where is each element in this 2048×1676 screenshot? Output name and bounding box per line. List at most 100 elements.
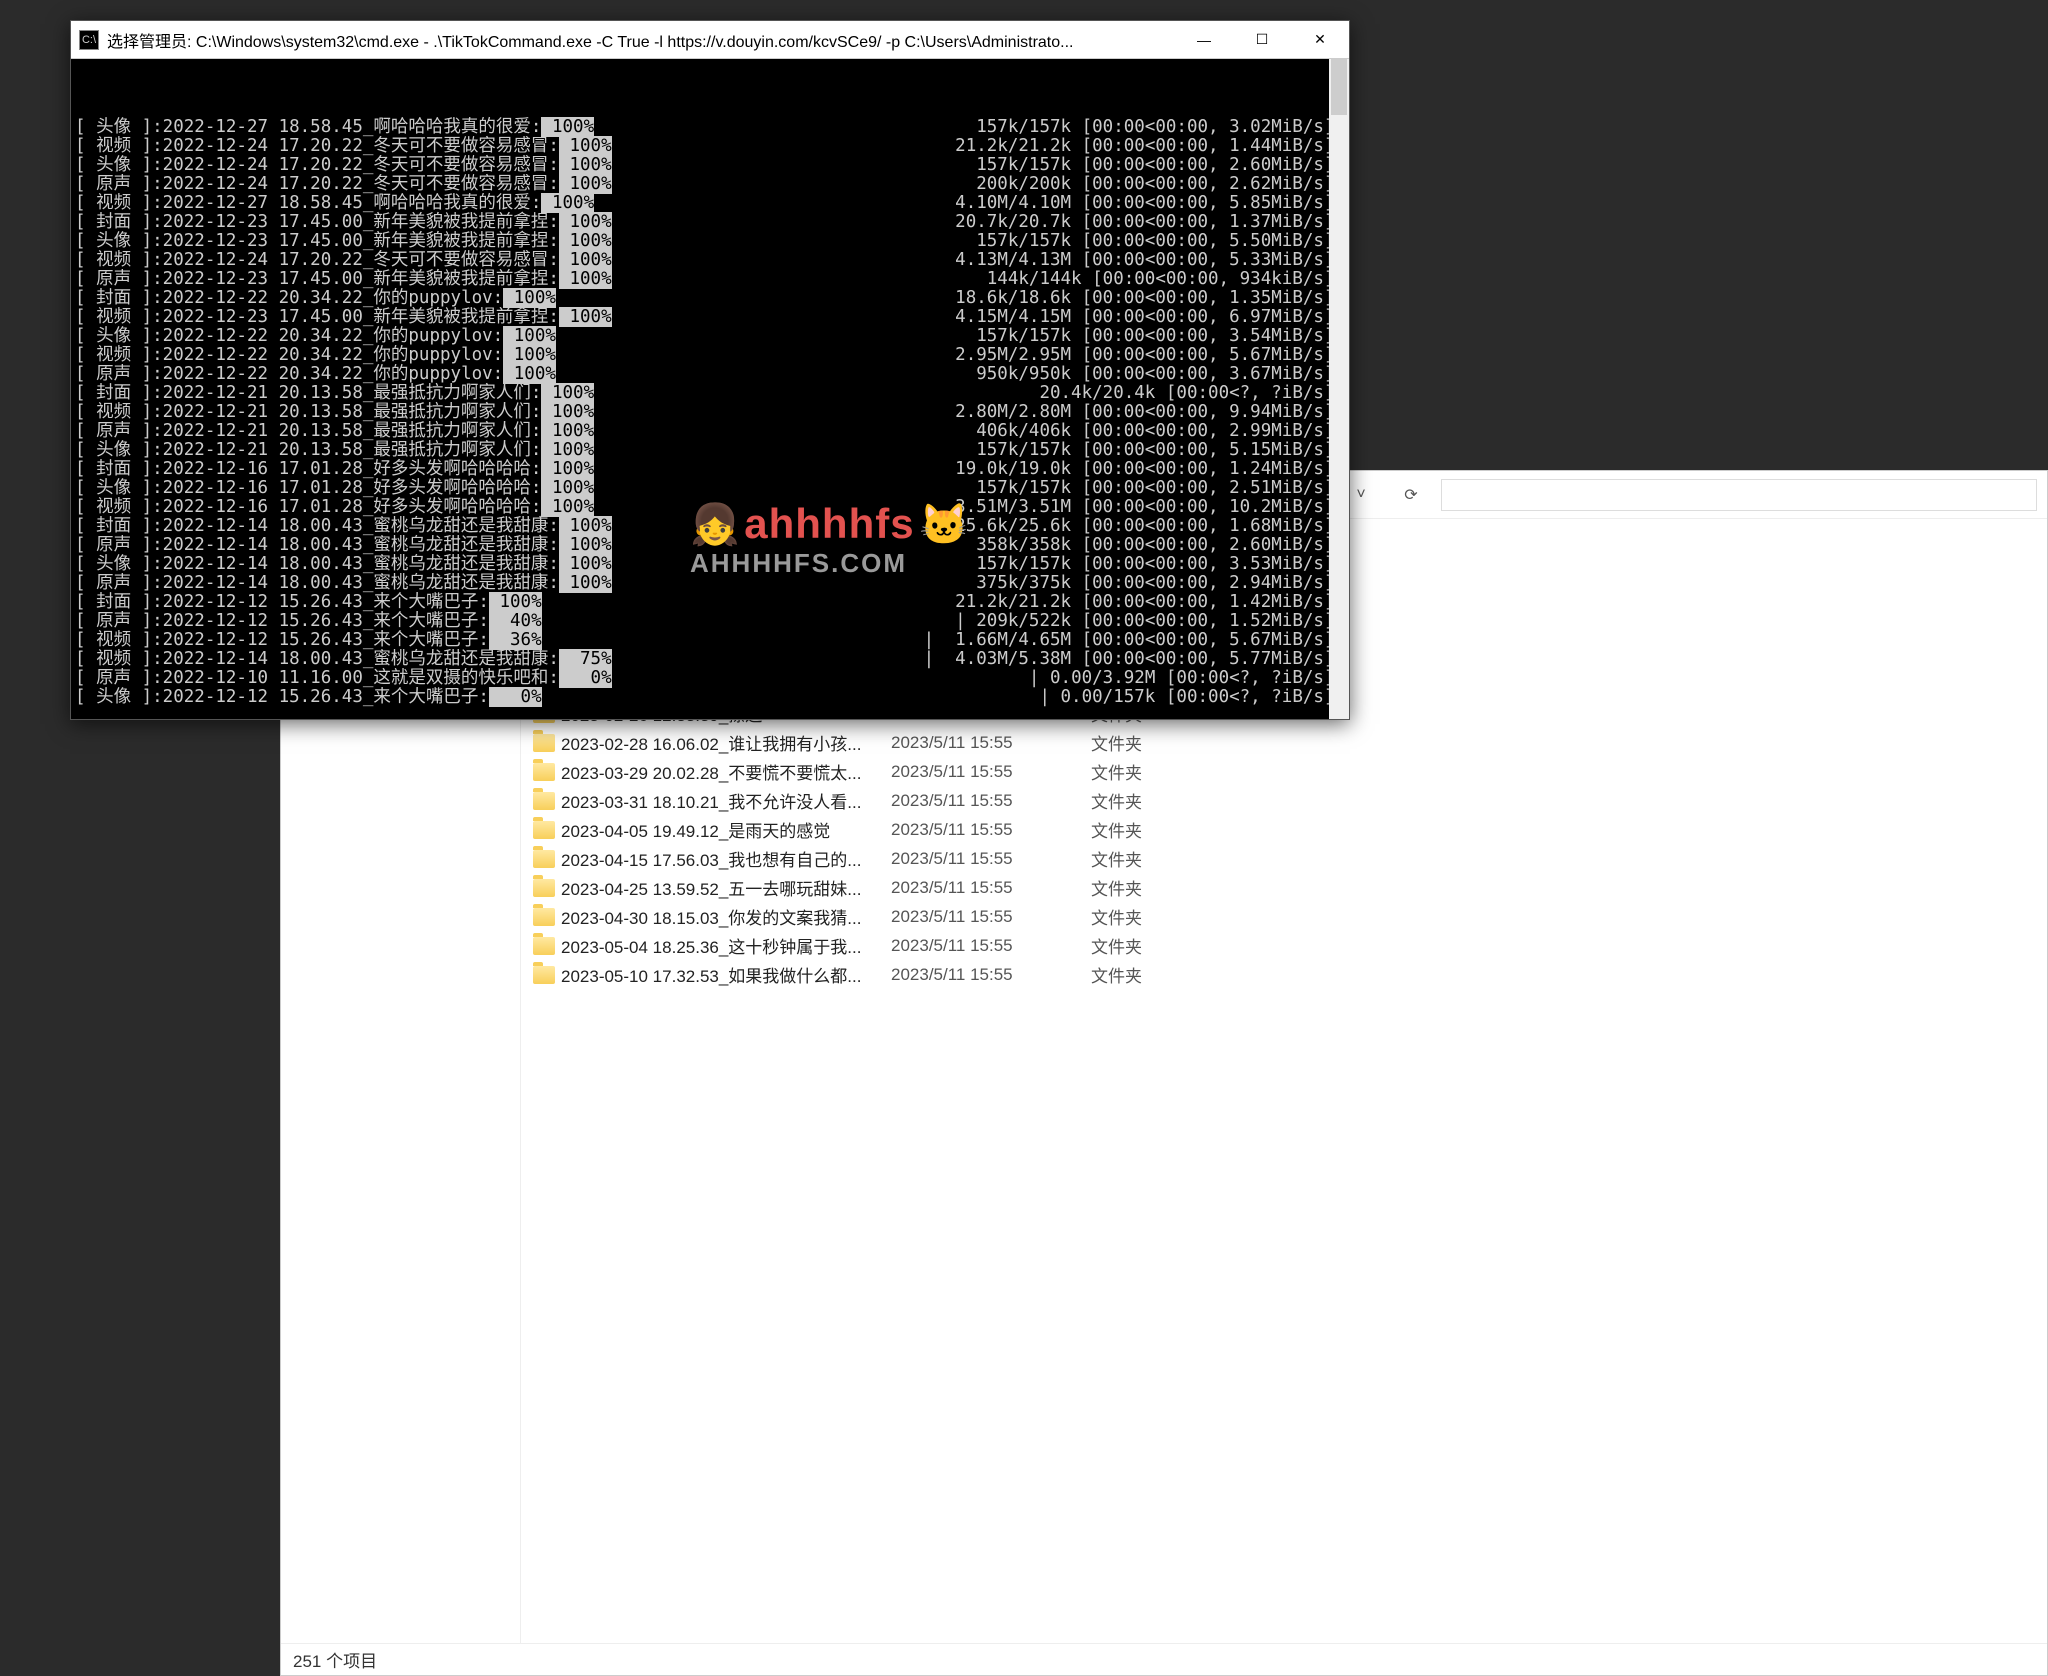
- cmd-line: [ 原声 ]:2022-12-24 17.20.22_冬天可不要做容易感冒: 1…: [75, 175, 1345, 194]
- folder-icon: [521, 734, 561, 752]
- folder-row[interactable]: 2023-05-10 17.32.53_如果我做什么都...2023/5/11 …: [521, 960, 2047, 989]
- folder-name: 2023-04-05 19.49.12_是雨天的感觉: [561, 817, 891, 842]
- cmd-line-right: 157k/157k [00:00<00:00, 3.02MiB/s]: [976, 118, 1345, 137]
- cmd-line: [ 视频 ]:2022-12-16 17.01.28_好多头发啊哈哈哈哈: 10…: [75, 498, 1345, 517]
- cmd-line-left: [ 封面 ]:2022-12-14 18.00.43_蜜桃乌龙甜还是我甜康: 1…: [75, 517, 612, 536]
- folder-row[interactable]: 2023-05-04 18.25.36_这十秒钟属于我...2023/5/11 …: [521, 931, 2047, 960]
- cmd-line-right: | 209k/522k [00:00<00:00, 1.52MiB/s]: [955, 612, 1345, 631]
- folder-name: 2023-03-31 18.10.21_我不允许没人看...: [561, 788, 891, 813]
- cmd-scroll-thumb[interactable]: [1331, 59, 1347, 115]
- cmd-line-right: 157k/157k [00:00<00:00, 3.54MiB/s]: [976, 327, 1345, 346]
- folder-type: 文件夹: [1091, 788, 1211, 813]
- folder-date: 2023/5/11 15:55: [891, 907, 1091, 927]
- folder-name: 2023-04-15 17.56.03_我也想有自己的...: [561, 846, 891, 871]
- folder-type: 文件夹: [1091, 904, 1211, 929]
- maximize-button[interactable]: ☐: [1233, 21, 1291, 59]
- cmd-line-left: [ 原声 ]:2022-12-12 15.26.43_来个大嘴巴子: 40%: [75, 612, 542, 631]
- folder-name: 2023-03-29 20.02.28_不要慌不要慌太...: [561, 759, 891, 784]
- cmd-line: [ 封面 ]:2022-12-21 20.13.58_最强抵抗力啊家人们: 10…: [75, 384, 1345, 403]
- folder-icon: [521, 966, 561, 984]
- folder-icon: [521, 792, 561, 810]
- folder-type: 文件夹: [1091, 962, 1211, 987]
- folder-row[interactable]: 2023-03-31 18.10.21_我不允许没人看...2023/5/11 …: [521, 786, 2047, 815]
- cmd-line-right: 3.51M/3.51M [00:00<00:00, 10.2MiB/s]: [955, 498, 1345, 517]
- cmd-line: [ 原声 ]:2022-12-14 18.00.43_蜜桃乌龙甜还是我甜康: 1…: [75, 574, 1345, 593]
- cmd-line-left: [ 封面 ]:2022-12-12 15.26.43_来个大嘴巴子: 100%: [75, 593, 542, 612]
- folder-date: 2023/5/11 15:55: [891, 849, 1091, 869]
- cmd-line-left: [ 视频 ]:2022-12-22 20.34.22_你的puppylov: 1…: [75, 346, 556, 365]
- folder-date: 2023/5/11 15:55: [891, 762, 1091, 782]
- cmd-line-left: [ 原声 ]:2022-12-10 11.16.00_这就是双摄的快乐吧和: 0…: [75, 669, 612, 688]
- minimize-button[interactable]: —: [1175, 21, 1233, 59]
- cmd-line-left: [ 原声 ]:2022-12-22 20.34.22_你的puppylov: 1…: [75, 365, 556, 384]
- cmd-line: [ 视频 ]:2022-12-24 17.20.22_冬天可不要做容易感冒: 1…: [75, 137, 1345, 156]
- cmd-line-left: [ 封面 ]:2022-12-22 20.34.22_你的puppylov: 1…: [75, 289, 556, 308]
- cmd-icon: C:\: [79, 30, 99, 50]
- cmd-output[interactable]: [ 头像 ]:2022-12-27 18.58.45_啊哈哈哈我真的很爱: 10…: [71, 59, 1349, 719]
- cmd-line: [ 头像 ]:2022-12-27 18.58.45_啊哈哈哈我真的很爱: 10…: [75, 118, 1345, 137]
- cmd-line-right: 4.10M/4.10M [00:00<00:00, 5.85MiB/s]: [955, 194, 1345, 213]
- cmd-line-right: 157k/157k [00:00<00:00, 5.15MiB/s]: [976, 441, 1345, 460]
- folder-date: 2023/5/11 15:55: [891, 820, 1091, 840]
- cmd-line-right: 19.0k/19.0k [00:00<00:00, 1.24MiB/s]: [955, 460, 1345, 479]
- folder-date: 2023/5/11 15:55: [891, 791, 1091, 811]
- folder-name: 2023-05-04 18.25.36_这十秒钟属于我...: [561, 933, 891, 958]
- folder-date: 2023/5/11 15:55: [891, 936, 1091, 956]
- cmd-line-left: [ 原声 ]:2022-12-14 18.00.43_蜜桃乌龙甜还是我甜康: 1…: [75, 536, 612, 555]
- cmd-titlebar[interactable]: C:\ 选择管理员: C:\Windows\system32\cmd.exe -…: [71, 21, 1349, 59]
- cmd-line-left: [ 头像 ]:2022-12-27 18.58.45_啊哈哈哈我真的很爱: 10…: [75, 118, 594, 137]
- cmd-line-right: 200k/200k [00:00<00:00, 2.62MiB/s]: [976, 175, 1345, 194]
- folder-row[interactable]: 2023-04-30 18.15.03_你发的文案我猜...2023/5/11 …: [521, 902, 2047, 931]
- cmd-scrollbar[interactable]: [1329, 59, 1349, 719]
- cmd-line: [ 视频 ]:2022-12-24 17.20.22_冬天可不要做容易感冒: 1…: [75, 251, 1345, 270]
- cmd-line: [ 视频 ]:2022-12-22 20.34.22_你的puppylov: 1…: [75, 346, 1345, 365]
- folder-name: 2023-05-10 17.32.53_如果我做什么都...: [561, 962, 891, 987]
- search-input[interactable]: [1441, 479, 2037, 511]
- cmd-line-right: 950k/950k [00:00<00:00, 3.67MiB/s]: [976, 365, 1345, 384]
- cmd-line: [ 原声 ]:2022-12-12 15.26.43_来个大嘴巴子: 40% | …: [75, 612, 1345, 631]
- cmd-line-left: [ 原声 ]:2022-12-23 17.45.00_新年美貌被我提前拿捏: 1…: [75, 270, 612, 289]
- cmd-line-right: 157k/157k [00:00<00:00, 2.60MiB/s]: [976, 156, 1345, 175]
- cmd-line-right: 358k/358k [00:00<00:00, 2.60MiB/s]: [976, 536, 1345, 555]
- cmd-line: [ 视频 ]:2022-12-21 20.13.58_最强抵抗力啊家人们: 10…: [75, 403, 1345, 422]
- folder-row[interactable]: 2023-03-29 20.02.28_不要慌不要慌太...2023/5/11 …: [521, 757, 2047, 786]
- folder-row[interactable]: 2023-04-15 17.56.03_我也想有自己的...2023/5/11 …: [521, 844, 2047, 873]
- folder-date: 2023/5/11 15:55: [891, 878, 1091, 898]
- cmd-title-text: 选择管理员: C:\Windows\system32\cmd.exe - .\T…: [107, 28, 1175, 52]
- cmd-line-right: 20.7k/20.7k [00:00<00:00, 1.37MiB/s]: [955, 213, 1345, 232]
- folder-icon: [521, 879, 561, 897]
- cmd-line-right: 157k/157k [00:00<00:00, 5.50MiB/s]: [976, 232, 1345, 251]
- explorer-status-bar: 251 个项目: [281, 1643, 2047, 1675]
- folder-row[interactable]: 2023-02-28 16.06.02_谁让我拥有小孩...2023/5/11 …: [521, 728, 2047, 757]
- cmd-line-left: [ 视频 ]:2022-12-24 17.20.22_冬天可不要做容易感冒: 1…: [75, 251, 612, 270]
- folder-type: 文件夹: [1091, 875, 1211, 900]
- folder-icon: [521, 908, 561, 926]
- close-button[interactable]: ✕: [1291, 21, 1349, 59]
- cmd-line: [ 原声 ]:2022-12-23 17.45.00_新年美貌被我提前拿捏: 1…: [75, 270, 1345, 289]
- cmd-line: [ 封面 ]:2022-12-22 20.34.22_你的puppylov: 1…: [75, 289, 1345, 308]
- cmd-line-left: [ 封面 ]:2022-12-23 17.45.00_新年美貌被我提前拿捏: 1…: [75, 213, 612, 232]
- folder-date: 2023/5/11 15:55: [891, 965, 1091, 985]
- cmd-line-left: [ 头像 ]:2022-12-23 17.45.00_新年美貌被我提前拿捏: 1…: [75, 232, 612, 251]
- cmd-line-left: [ 视频 ]:2022-12-12 15.26.43_来个大嘴巴子: 36%: [75, 631, 542, 650]
- cmd-line-left: [ 原声 ]:2022-12-14 18.00.43_蜜桃乌龙甜还是我甜康: 1…: [75, 574, 612, 593]
- cmd-line-left: [ 原声 ]:2022-12-21 20.13.58_最强抵抗力啊家人们: 10…: [75, 422, 594, 441]
- cmd-line-right: 157k/157k [00:00<00:00, 2.51MiB/s]: [976, 479, 1345, 498]
- cmd-line: [ 原声 ]:2022-12-21 20.13.58_最强抵抗力啊家人们: 10…: [75, 422, 1345, 441]
- cmd-line-right: | 1.66M/4.65M [00:00<00:00, 5.67MiB/s]: [924, 631, 1345, 650]
- cmd-line-right: 375k/375k [00:00<00:00, 2.94MiB/s]: [976, 574, 1345, 593]
- cmd-line: [ 封面 ]:2022-12-16 17.01.28_好多头发啊哈哈哈哈: 10…: [75, 460, 1345, 479]
- cmd-line-right: | 0.00/3.92M [00:00<?, ?iB/s]: [1029, 669, 1345, 688]
- folder-icon: [521, 850, 561, 868]
- cmd-line-left: [ 头像 ]:2022-12-24 17.20.22_冬天可不要做容易感冒: 1…: [75, 156, 612, 175]
- cmd-line: [ 头像 ]:2022-12-12 15.26.43_来个大嘴巴子: 0%| 0…: [75, 688, 1345, 707]
- folder-icon: [521, 821, 561, 839]
- cmd-line-right: 21.2k/21.2k [00:00<00:00, 1.42MiB/s]: [955, 593, 1345, 612]
- folder-name: 2023-04-30 18.15.03_你发的文案我猜...: [561, 904, 891, 929]
- cmd-line-left: [ 视频 ]:2022-12-16 17.01.28_好多头发啊哈哈哈哈: 10…: [75, 498, 594, 517]
- folder-row[interactable]: 2023-04-25 13.59.52_五一去哪玩甜妹...2023/5/11 …: [521, 873, 2047, 902]
- cmd-line: [ 视频 ]:2022-12-14 18.00.43_蜜桃乌龙甜还是我甜康: 7…: [75, 650, 1345, 669]
- refresh-button[interactable]: ⟳: [1391, 479, 1431, 511]
- folder-name: 2023-02-28 16.06.02_谁让我拥有小孩...: [561, 730, 891, 755]
- folder-row[interactable]: 2023-04-05 19.49.12_是雨天的感觉2023/5/11 15:5…: [521, 815, 2047, 844]
